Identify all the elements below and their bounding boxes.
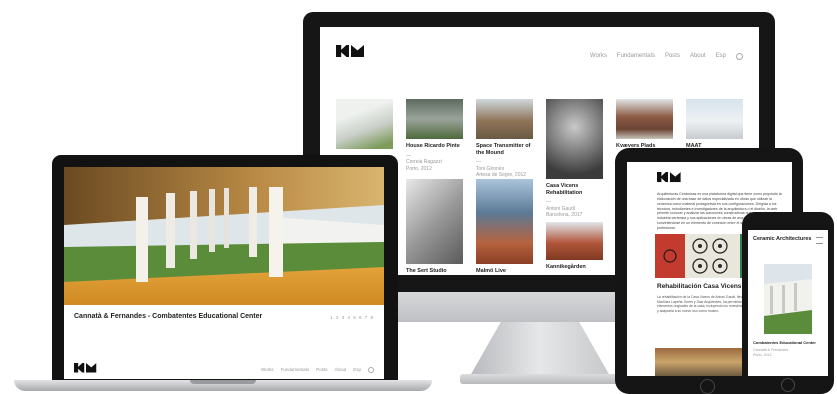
- search-icon[interactable]: [736, 53, 743, 60]
- work-image: [546, 222, 603, 260]
- nav-works[interactable]: Works: [590, 53, 607, 60]
- work-tile[interactable]: Kvævers Plads: [616, 99, 673, 150]
- nav-fundamentals[interactable]: Fundamentals: [281, 367, 310, 373]
- tablet-home-button[interactable]: [700, 379, 715, 394]
- work-meta: — Antoni Gaudí Barcelona, 2017: [546, 199, 583, 219]
- nav-posts[interactable]: Posts: [316, 367, 327, 373]
- laptop-screen: Cannatà & Fernandes - Combatentes Educat…: [64, 167, 384, 379]
- work-title: Casa Vicens Rehabilitation: [546, 183, 583, 196]
- laptop-notch: [190, 380, 256, 384]
- work-image: [406, 99, 463, 139]
- work-title: Malmö Live: [476, 268, 506, 274]
- post-title[interactable]: Rehabilitación Casa Vicens: [657, 283, 741, 290]
- work-image: [616, 99, 673, 139]
- work-tile[interactable]: [336, 99, 393, 149]
- work-title: Kannikegården: [546, 264, 586, 270]
- work-title: Space Transmitter of the Mound: [476, 143, 531, 156]
- nav-language[interactable]: Esp: [353, 367, 361, 373]
- work-image: [336, 99, 393, 149]
- work-image: [476, 179, 533, 264]
- project-caption[interactable]: Cannatà & Fernandes - Combatentes Educat…: [74, 313, 262, 320]
- work-title: House Ricardo Pinte: [406, 143, 460, 149]
- nav-about[interactable]: About: [334, 367, 346, 373]
- work-image: [686, 99, 743, 139]
- monitor-nav: Works Fundamentals Posts About Esp: [590, 53, 743, 60]
- work-tile[interactable]: Casa Vicens Rehabilitation — Antoni Gaud…: [546, 99, 603, 219]
- work-tile[interactable]: The Sert Studio: [406, 179, 463, 275]
- site-logo[interactable]: [74, 363, 97, 373]
- work-image: [546, 99, 603, 179]
- work-tile[interactable]: MAAT: [686, 99, 743, 150]
- nav-posts[interactable]: Posts: [665, 53, 680, 60]
- site-title[interactable]: Ceramic Architectures: [753, 236, 812, 242]
- nav-about[interactable]: About: [690, 53, 706, 60]
- project-meta: Cannatà & Fernandes Porto, 2012: [753, 348, 789, 357]
- work-tile[interactable]: Kannikegården: [546, 222, 603, 271]
- work-title: The Sert Studio: [406, 268, 447, 274]
- menu-icon[interactable]: [816, 237, 823, 244]
- monitor-foot: [460, 374, 620, 384]
- slide-pagination[interactable]: 1 2 3 4 5 6 7 8: [330, 315, 374, 320]
- work-tile[interactable]: Space Transmitter of the Mound — Toni Gi…: [476, 99, 533, 179]
- work-meta: — Correia Ragazzi Porto, 2012: [406, 152, 442, 172]
- phone-home-button[interactable]: [781, 378, 795, 392]
- work-image: [476, 99, 533, 139]
- phone-screen: Ceramic Architectures Combatentes Educat…: [748, 230, 828, 376]
- project-image[interactable]: [764, 264, 812, 334]
- monitor-stand: [470, 322, 610, 376]
- project-title[interactable]: Combatentes Educational Center: [753, 340, 816, 345]
- hero-image[interactable]: [64, 167, 384, 305]
- nav-fundamentals[interactable]: Fundamentals: [617, 53, 655, 60]
- laptop-nav: Works Fundamentals Posts About Esp: [261, 367, 374, 373]
- nav-language[interactable]: Esp: [716, 53, 726, 60]
- work-tile[interactable]: Malmö Live: [476, 179, 533, 275]
- work-tile[interactable]: House Ricardo Pinte — Correia Ragazzi Po…: [406, 99, 463, 172]
- nav-works[interactable]: Works: [261, 367, 274, 373]
- site-logo[interactable]: [657, 172, 681, 183]
- work-image: [406, 179, 463, 264]
- work-meta: — Toni Gironès Artesa de Segre, 2012: [476, 159, 527, 179]
- site-logo[interactable]: [336, 45, 364, 57]
- search-icon[interactable]: [368, 367, 374, 373]
